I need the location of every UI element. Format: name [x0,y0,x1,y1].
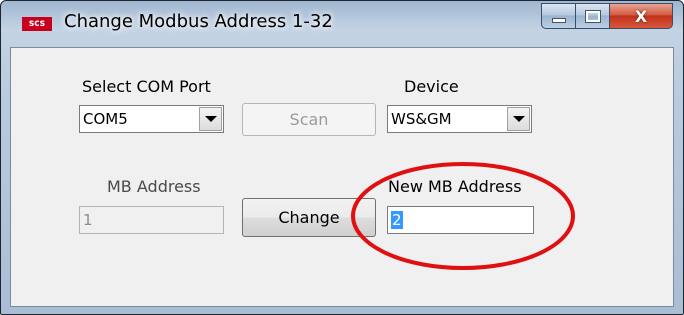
minimize-icon [551,17,566,23]
chevron-down-icon[interactable] [199,107,222,131]
dialog-window: scs Change Modbus Address 1-32 X Select … [0,0,684,315]
chevron-down-icon[interactable] [507,107,530,131]
mb-address-label: MB Address [107,177,201,196]
com-port-label: Select COM Port [82,77,211,96]
scan-button[interactable]: Scan [242,103,376,136]
title-bar[interactable]: scs Change Modbus Address 1-32 X [1,1,683,47]
minimize-button[interactable] [541,3,575,29]
caption-buttons: X [541,3,673,29]
device-value: WS&GM [391,110,452,128]
close-icon: X [634,6,648,26]
highlight-circle-annotation [351,162,575,270]
window-title: Change Modbus Address 1-32 [64,11,333,32]
maximize-button[interactable] [575,3,609,29]
close-button[interactable]: X [609,3,673,29]
mb-address-value: 1 [83,211,93,229]
com-port-value: COM5 [83,110,128,128]
device-select[interactable]: WS&GM [387,105,532,133]
device-label: Device [404,77,459,96]
app-logo-icon: scs [22,17,52,31]
maximize-icon [584,9,601,23]
com-port-select[interactable]: COM5 [79,105,224,133]
mb-address-field[interactable]: 1 [79,206,224,234]
